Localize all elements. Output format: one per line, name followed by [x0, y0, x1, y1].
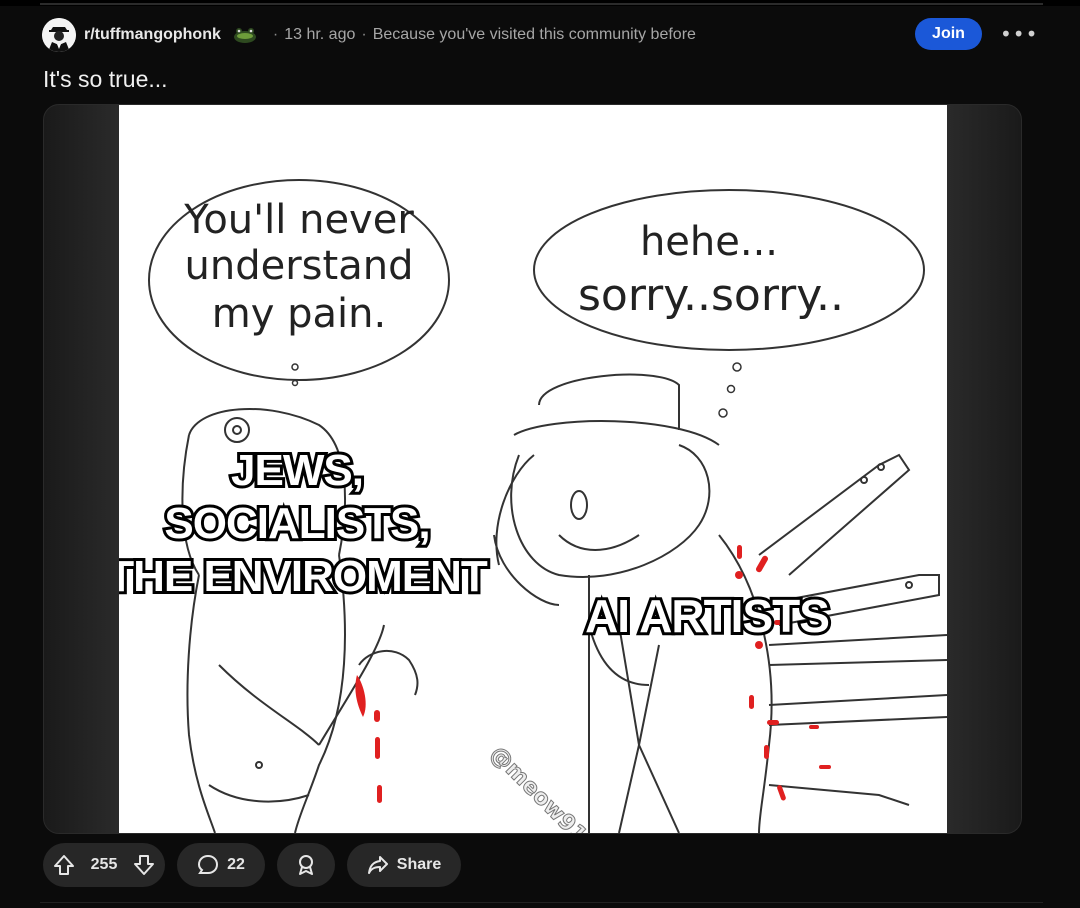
caption-right: AI ARTISTS [585, 590, 829, 642]
share-button[interactable]: Share [347, 843, 461, 887]
award-icon [295, 854, 317, 876]
left-bubble-line-1: You'll never [183, 197, 414, 243]
meme-image[interactable]: You'll never understand my pain. hehe...… [119, 105, 947, 833]
comment-icon [197, 854, 219, 876]
post-time: 13 hr. ago [284, 26, 356, 43]
award-button[interactable] [277, 843, 335, 887]
top-divider [40, 3, 1043, 5]
right-bubble-line-2: sorry..sorry.. [578, 270, 844, 321]
watermark: @meow91568 [485, 742, 624, 833]
share-icon [367, 854, 389, 876]
upvote-icon[interactable] [53, 854, 75, 876]
caption-left-line-2: SOCIALISTS, [164, 499, 429, 548]
blood-drops-left [355, 675, 382, 803]
recommendation-reason: Because you've visited this community be… [372, 26, 696, 43]
left-bubble-line-3: my pain. [212, 291, 386, 337]
frog-flair-icon [231, 25, 259, 45]
bottom-divider [40, 902, 1043, 903]
meme-drawing: You'll never understand my pain. hehe...… [119, 179, 947, 833]
vote-control: 255 [43, 843, 165, 887]
caption-left-line-3: THE ENVIROMENT [119, 552, 488, 601]
vote-count: 255 [90, 856, 118, 873]
post-title[interactable]: It's so true... [43, 66, 168, 93]
subreddit-avatar[interactable] [42, 18, 76, 52]
post-meta: r/tuffmangophonk · 13 hr. ago · Because … [42, 18, 696, 52]
left-bubble-line-2: understand [185, 243, 414, 289]
downvote-icon[interactable] [133, 854, 155, 876]
join-button[interactable]: Join [915, 18, 982, 50]
post-card[interactable]: r/tuffmangophonk · 13 hr. ago · Because … [0, 6, 1080, 908]
comments-button[interactable]: 22 [177, 843, 265, 887]
post-image-container[interactable]: You'll never understand my pain. hehe...… [43, 104, 1022, 834]
comment-count: 22 [227, 856, 245, 873]
action-bar: 255 22 Share [43, 843, 461, 887]
blood-splatter-right [735, 545, 831, 801]
separator-dot: · [272, 26, 279, 43]
caption-left-line-1: JEWS, [231, 446, 363, 495]
right-bubble-line-1: hehe... [640, 219, 778, 265]
separator-dot: · [361, 26, 367, 43]
subreddit-name[interactable]: r/tuffmangophonk [84, 26, 221, 44]
share-label: Share [396, 856, 442, 873]
more-options-button[interactable]: ••• [994, 20, 1037, 48]
